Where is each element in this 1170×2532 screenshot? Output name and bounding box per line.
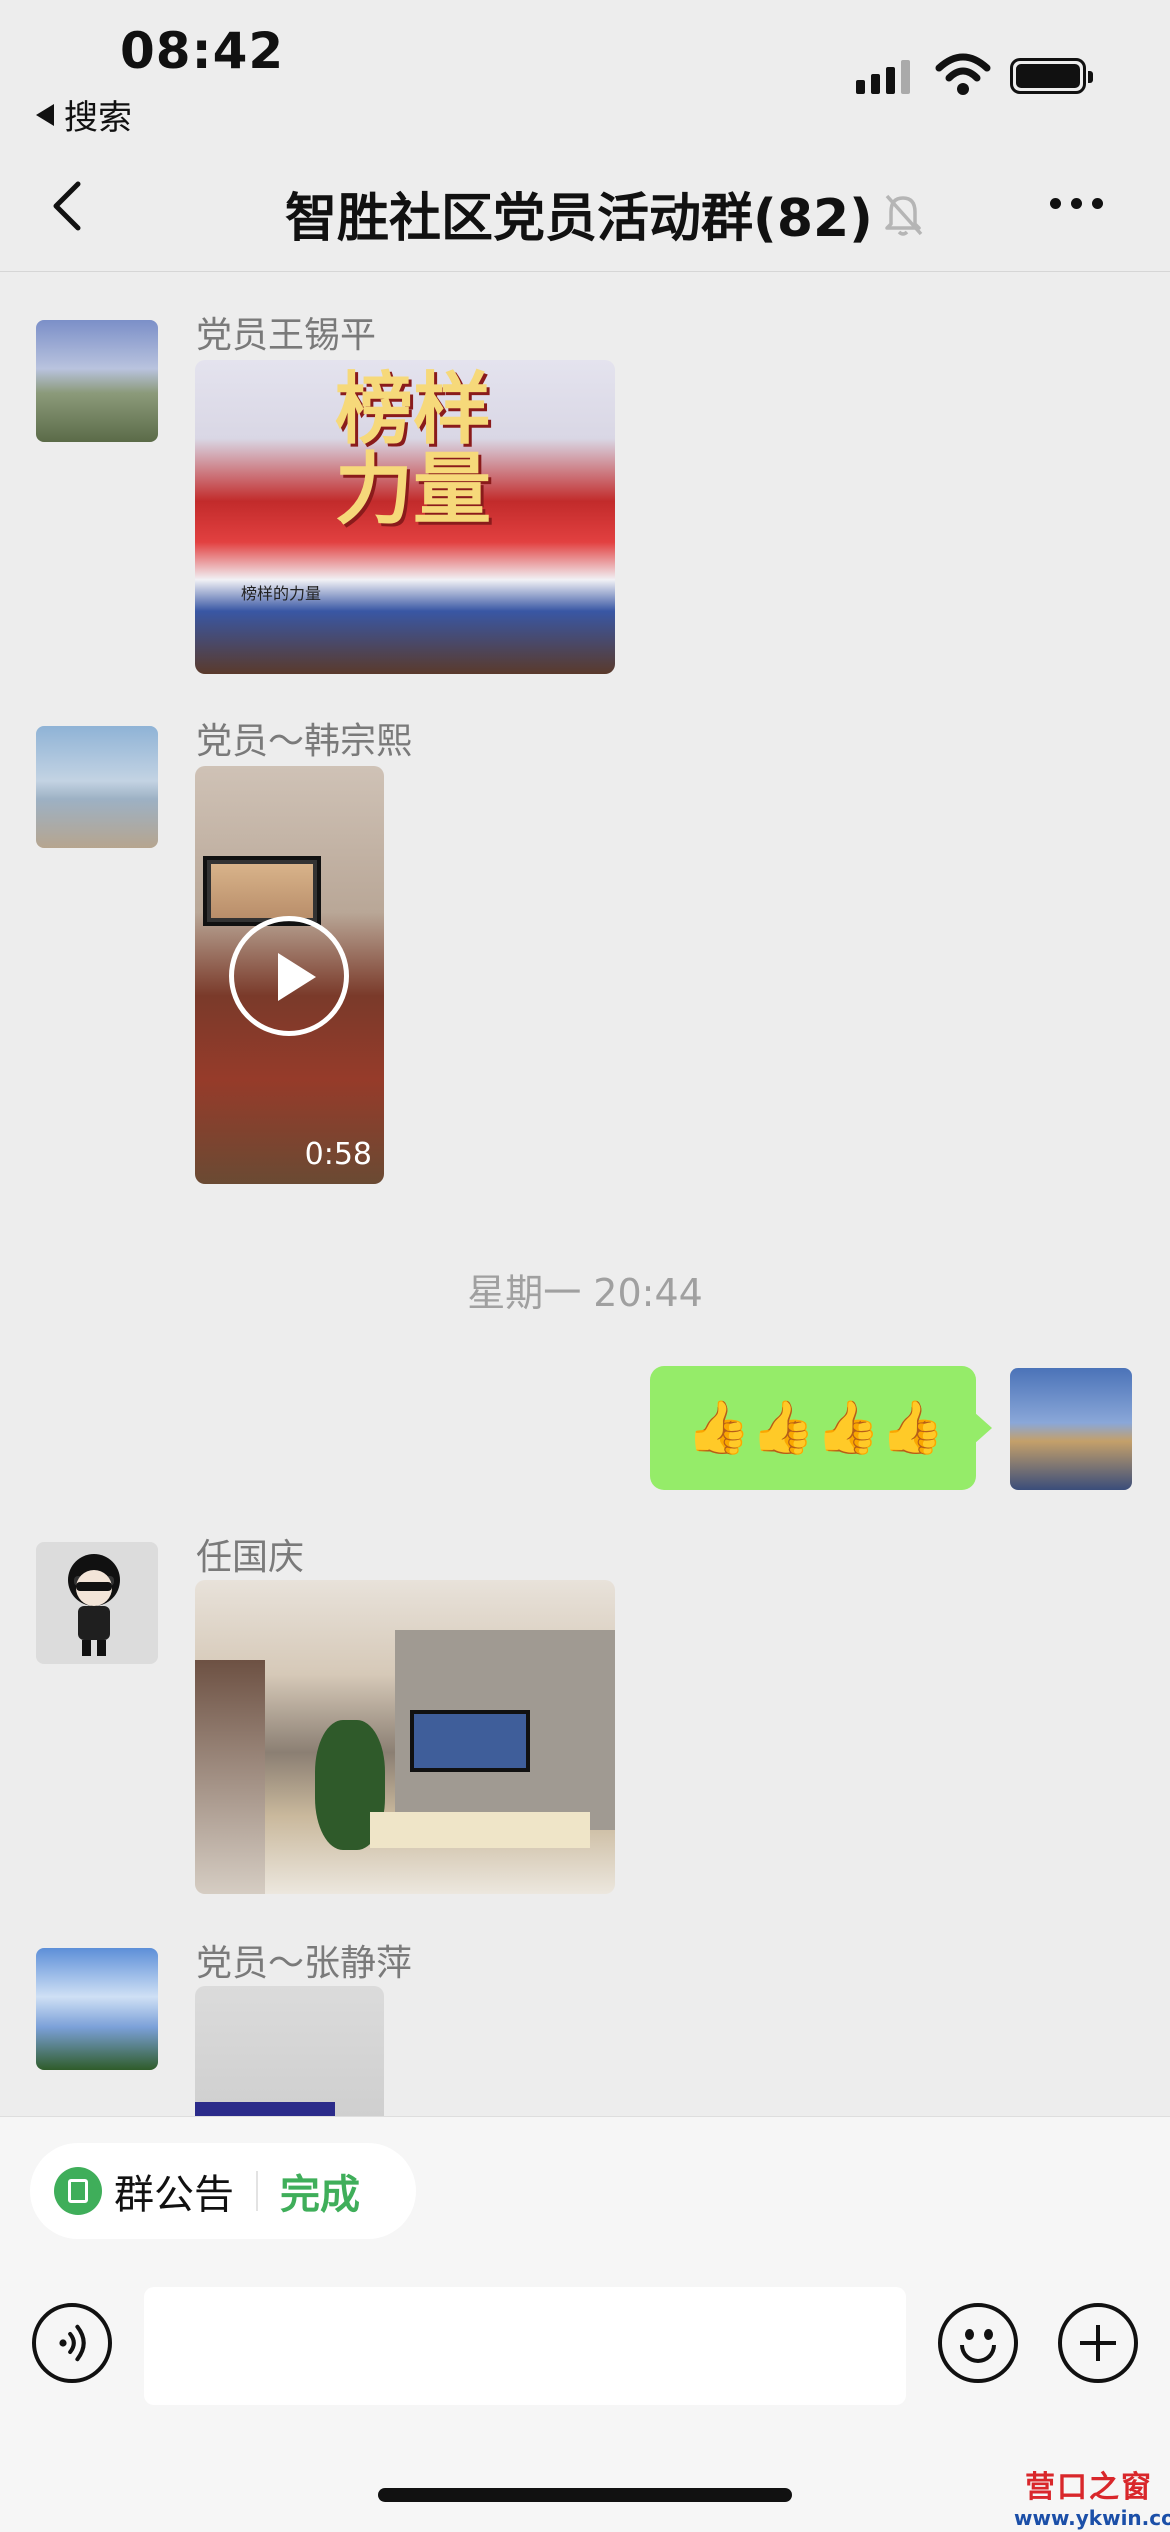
chat-navbar: 智胜社区党员活动群(82) [0, 140, 1170, 272]
more-dots-icon[interactable] [1050, 198, 1103, 209]
tv-show-caption: 榜样的力量 [241, 584, 322, 603]
sender-name: 任国庆 [196, 1537, 305, 1578]
video-thumbnail-tv [203, 856, 321, 926]
back-to-search[interactable]: 搜索 [36, 90, 132, 139]
status-bar: 08:42 搜索 [0, 0, 1170, 140]
avatar[interactable] [36, 320, 158, 442]
my-message-bubble[interactable]: 👍👍👍👍 [650, 1366, 992, 1490]
status-time: 08:42 [120, 22, 285, 80]
notice-label: 群公告 [114, 2172, 234, 2218]
sender-name: 党员～张静萍 [196, 1943, 413, 1984]
video-message[interactable]: 0:58 [195, 766, 384, 1184]
home-indicator[interactable] [378, 2488, 792, 2502]
avatar[interactable] [36, 1948, 158, 2070]
watermark-title: 营口之窗 [1025, 2470, 1153, 2505]
tv-show-title: 榜样力量 [335, 365, 492, 535]
play-icon[interactable] [229, 916, 349, 1036]
sender-name: 党员王锡平 [196, 315, 377, 356]
timestamp: 星期一 20:44 [467, 1271, 703, 1315]
voice-icon[interactable] [32, 2303, 112, 2383]
emoji-icon[interactable] [938, 2303, 1018, 2383]
watermark: 营口之窗 www.ykwin.com [1014, 2462, 1170, 2530]
watermark-url: www.ykwin.com [1014, 2506, 1170, 2530]
sender-name: 党员～韩宗熙 [196, 721, 413, 762]
done-button[interactable]: 完成 [280, 2162, 360, 2220]
bottom-panel: 群公告 完成 [0, 2116, 1170, 2532]
chat-title: 智胜社区党员活动群(82) [0, 176, 1170, 251]
group-notice-pill[interactable]: 群公告 完成 [30, 2143, 416, 2239]
back-triangle-icon [36, 103, 54, 126]
avatar[interactable] [36, 1542, 158, 1664]
back-app-label: 搜索 [64, 98, 132, 138]
wifi-icon [935, 53, 991, 95]
pill-divider [256, 2171, 258, 2211]
image-message[interactable] [195, 1580, 615, 1894]
thumbs-up-emoji: 👍👍👍👍 [686, 1398, 945, 1458]
avatar[interactable] [36, 726, 158, 848]
image-message[interactable] [195, 1986, 384, 2116]
bell-slash-icon [885, 194, 923, 236]
message-input[interactable] [144, 2287, 906, 2405]
cartoon-avatar-icon [68, 1554, 120, 1656]
my-avatar[interactable] [1010, 1368, 1132, 1490]
battery-icon [1010, 58, 1093, 94]
plus-icon[interactable] [1058, 2303, 1138, 2383]
cellular-signal-icon [856, 58, 910, 94]
video-duration: 0:58 [304, 1137, 372, 1172]
chat-title-text: 智胜社区党员活动群(82) [285, 189, 873, 249]
notice-icon [54, 2167, 102, 2215]
image-message[interactable]: 榜样力量 榜样的力量 [195, 360, 615, 674]
